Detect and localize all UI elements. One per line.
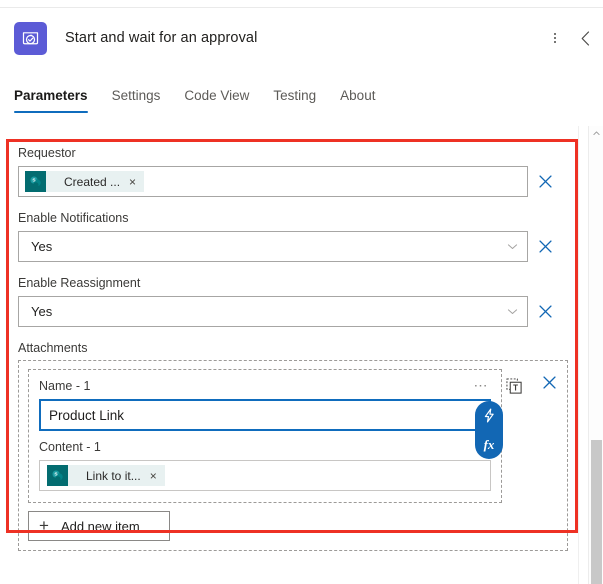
chevron-left-icon <box>581 30 589 46</box>
dynamic-content-icon[interactable] <box>475 401 503 430</box>
content-field-label: Content - 1 <box>39 440 101 454</box>
add-new-item-button[interactable]: + Add new item <box>28 511 170 541</box>
enable-notifications-dropdown[interactable]: Yes <box>18 231 528 262</box>
dynamic-content-pill[interactable]: fx <box>475 401 503 459</box>
plus-icon: + <box>39 516 49 535</box>
kebab-dot <box>553 36 557 40</box>
remove-requestor-button[interactable] <box>528 166 562 197</box>
requestor-input[interactable]: S Created ... × <box>18 166 528 197</box>
remove-attachments-button[interactable] <box>532 367 566 398</box>
field-row: Yes <box>18 296 586 327</box>
action-header: Start and wait for an approval <box>0 8 603 68</box>
approval-icon <box>14 21 47 55</box>
attachments-array-container: T Name - 1 ⋯ Product Link Content - 1 S … <box>18 360 568 551</box>
close-icon <box>538 175 552 188</box>
tab-about[interactable]: About <box>340 88 389 113</box>
field-label: Enable Notifications <box>18 211 129 225</box>
chevron-down-icon <box>507 309 518 314</box>
tab-testing[interactable]: Testing <box>273 88 330 113</box>
attachment-item-overflow-button[interactable]: ⋯ <box>472 378 492 392</box>
tab-label: About <box>340 88 376 103</box>
field-enable-notifications: Enable Notifications Yes <box>18 211 586 262</box>
chevron-down-icon <box>507 244 518 249</box>
attachment-content-input[interactable]: S Link to it... × <box>39 460 491 491</box>
page-title: Start and wait for an approval <box>65 30 258 46</box>
dynamic-token[interactable]: S Link to it... × <box>47 465 165 486</box>
field-requestor: Requestor S Created ... × <box>18 146 586 197</box>
attachment-name-input[interactable]: Product Link <box>39 399 491 431</box>
panel-divider <box>578 126 579 584</box>
token-label: Link to it... <box>86 468 141 483</box>
scroll-up-icon[interactable] <box>589 126 603 141</box>
attachment-name-value: Product Link <box>49 407 125 423</box>
expression-fx-icon[interactable]: fx <box>475 430 503 459</box>
close-icon <box>542 376 556 389</box>
field-label: Enable Reassignment <box>18 276 141 290</box>
field-enable-reassignment: Enable Reassignment Yes <box>18 276 586 327</box>
close-icon <box>538 240 552 253</box>
token-remove-icon[interactable]: × <box>150 469 165 483</box>
close-icon <box>538 305 552 318</box>
dynamic-token[interactable]: S Created ... × <box>25 171 145 192</box>
flow-action-card-panel: Start and wait for an approval Parameter… <box>0 0 603 584</box>
dropdown-value: Yes <box>31 239 53 254</box>
field-row: S Created ... × <box>18 166 586 197</box>
tab-settings[interactable]: Settings <box>112 88 175 113</box>
enable-reassignment-dropdown[interactable]: Yes <box>18 296 528 327</box>
field-label: Requestor <box>18 146 76 160</box>
tab-bar: Parameters Settings Code View Testing Ab… <box>0 88 603 124</box>
tab-label: Code View <box>184 88 250 103</box>
field-label: Attachments <box>18 341 88 355</box>
tab-label: Testing <box>273 88 317 103</box>
field-attachments: Attachments T Name - 1 ⋯ Product Link Co… <box>18 341 586 551</box>
token-label: Created ... <box>64 174 121 189</box>
more-options-button[interactable] <box>542 23 568 53</box>
sharepoint-icon: S <box>47 465 68 486</box>
tab-label: Settings <box>111 88 161 103</box>
scrollbar-thumb[interactable] <box>591 440 602 584</box>
tab-parameters[interactable]: Parameters <box>14 88 102 113</box>
token-remove-icon[interactable]: × <box>129 175 144 189</box>
kebab-dot <box>553 32 557 36</box>
tab-code-view[interactable]: Code View <box>184 88 263 113</box>
tab-label: Parameters <box>14 88 88 103</box>
add-new-item-label: Add new item <box>60 518 140 534</box>
attachment-item-1: Name - 1 ⋯ Product Link Content - 1 S Li… <box>28 369 503 503</box>
collapse-panel-button[interactable] <box>572 23 598 53</box>
attachment-item-header: Name - 1 ⋯ <box>39 378 492 399</box>
remove-enable-notifications-button[interactable] <box>528 231 562 262</box>
kebab-dot <box>553 40 557 44</box>
text-box-icon[interactable]: T <box>503 375 525 397</box>
name-field-label: Name - 1 <box>39 379 91 393</box>
sharepoint-icon: S <box>25 171 46 192</box>
remove-enable-reassignment-button[interactable] <box>528 296 562 327</box>
parameters-form: Requestor S Created ... × Enable Notific… <box>0 146 586 584</box>
dropdown-value: Yes <box>31 304 53 319</box>
field-row: Yes <box>18 231 586 262</box>
svg-text:T: T <box>513 383 518 392</box>
vertical-scrollbar[interactable] <box>588 126 603 584</box>
